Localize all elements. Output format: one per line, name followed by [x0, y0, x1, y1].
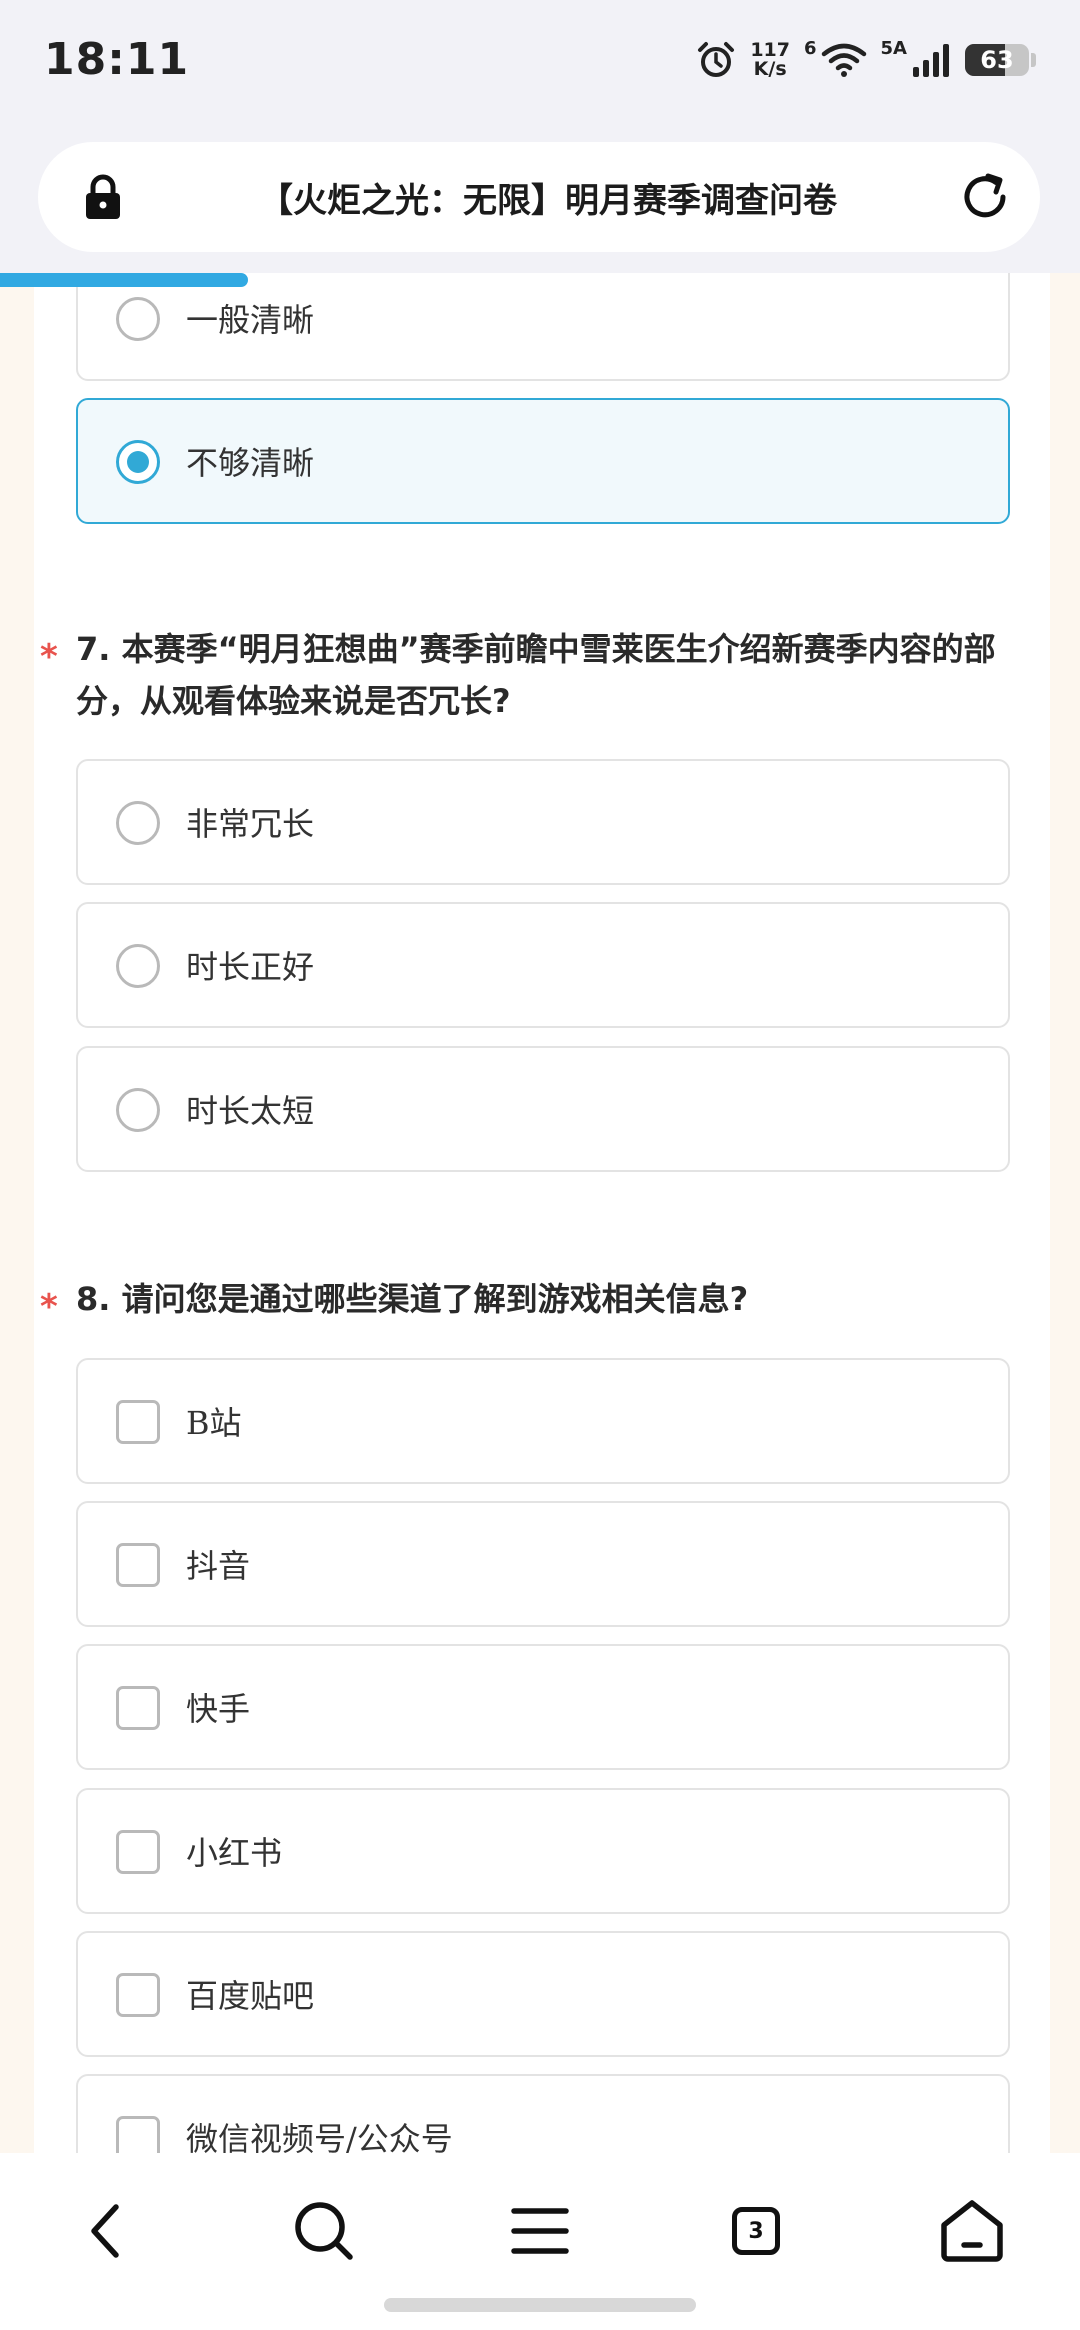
- option-label: B站: [186, 1404, 242, 1442]
- q8-option-4[interactable]: 百度贴吧: [76, 1931, 1010, 2057]
- address-bar[interactable]: 【火炬之光：无限】明月赛季调查问卷: [38, 142, 1040, 252]
- survey-page: 一般清晰 不够清晰 * 7. 本赛季“明月狂想曲”赛季前瞻中雪莱医生介绍新赛季内…: [34, 273, 1050, 2153]
- checkbox[interactable]: [116, 1830, 160, 1874]
- question-7-text: 7. 本赛季“明月狂想曲”赛季前瞻中雪莱医生介绍新赛季内容的部分，从观看体验来说…: [76, 630, 996, 720]
- home-indicator[interactable]: [384, 2298, 696, 2312]
- wifi-generation: 6: [804, 37, 817, 59]
- tab-count: 3: [732, 2207, 780, 2255]
- q8-option-1[interactable]: 抖音: [76, 1501, 1010, 1627]
- status-bar: 18:11 117 K/s 6 5A 63: [0, 0, 1080, 130]
- option-label: 快手: [186, 1690, 251, 1728]
- tabs-button[interactable]: 3: [714, 2191, 794, 2271]
- option-label: 非常冗长: [186, 805, 315, 843]
- home-icon[interactable]: [932, 2191, 1012, 2271]
- page-load-progress: [0, 273, 1080, 287]
- search-icon[interactable]: [284, 2191, 364, 2271]
- q7-option-1[interactable]: 时长正好: [76, 902, 1010, 1028]
- option-prev-1[interactable]: 不够清晰: [76, 398, 1010, 524]
- reload-icon[interactable]: [956, 168, 1014, 226]
- option-label: 时长太短: [186, 1092, 315, 1130]
- radio-button[interactable]: [116, 801, 160, 845]
- option-label: 小红书: [186, 1834, 283, 1872]
- required-mark: *: [40, 637, 58, 677]
- survey-content[interactable]: 一般清晰 不够清晰 * 7. 本赛季“明月狂想曲”赛季前瞻中雪莱医生介绍新赛季内…: [0, 273, 1080, 2153]
- checkbox[interactable]: [116, 2116, 160, 2153]
- cell-generation: 5A: [880, 37, 907, 59]
- menu-icon[interactable]: [500, 2191, 580, 2271]
- radio-button[interactable]: [116, 297, 160, 341]
- radio-button[interactable]: [116, 944, 160, 988]
- alarm-icon: [698, 42, 735, 77]
- wifi-icon: [821, 43, 866, 77]
- question-8-text: 8. 请问您是通过哪些渠道了解到游戏相关信息?: [76, 1280, 749, 1318]
- q8-option-2[interactable]: 快手: [76, 1644, 1010, 1770]
- network-speed-unit: K/s: [753, 58, 787, 80]
- q8-option-0[interactable]: B站: [76, 1358, 1010, 1484]
- option-label: 时长正好: [186, 948, 315, 986]
- battery-level: 63: [980, 46, 1014, 74]
- battery-icon: 63: [965, 44, 1029, 76]
- q7-option-0[interactable]: 非常冗长: [76, 759, 1010, 885]
- lock-icon[interactable]: [76, 170, 130, 224]
- option-label: 百度贴吧: [186, 1977, 315, 2015]
- radio-button[interactable]: [116, 1088, 160, 1132]
- back-icon[interactable]: [68, 2191, 148, 2271]
- checkbox[interactable]: [116, 1543, 160, 1587]
- required-mark: *: [40, 1287, 58, 1327]
- network-speed: 117 K/s: [750, 41, 790, 79]
- option-label: 抖音: [186, 1547, 251, 1585]
- page-load-progress-fill: [0, 273, 249, 287]
- status-icons: 117 K/s 6 5A 63: [696, 37, 1036, 80]
- q8-option-5[interactable]: 微信视频号/公众号: [76, 2074, 1010, 2153]
- option-prev-0[interactable]: 一般清晰: [76, 273, 1010, 381]
- q8-option-3[interactable]: 小红书: [76, 1788, 1010, 1914]
- option-label: 不够清晰: [186, 444, 315, 482]
- checkbox[interactable]: [116, 1400, 160, 1444]
- checkbox[interactable]: [116, 1973, 160, 2017]
- page-title[interactable]: 【火炬之光：无限】明月赛季调查问卷: [166, 142, 930, 252]
- radio-button[interactable]: [116, 440, 160, 484]
- status-time: 18:11: [44, 34, 190, 85]
- q7-option-2[interactable]: 时长太短: [76, 1046, 1010, 1172]
- signal-icon: [913, 44, 949, 77]
- option-label: 一般清晰: [186, 301, 315, 339]
- battery-tip: [1031, 53, 1036, 67]
- option-label: 微信视频号/公众号: [186, 2120, 453, 2153]
- checkbox[interactable]: [116, 1686, 160, 1730]
